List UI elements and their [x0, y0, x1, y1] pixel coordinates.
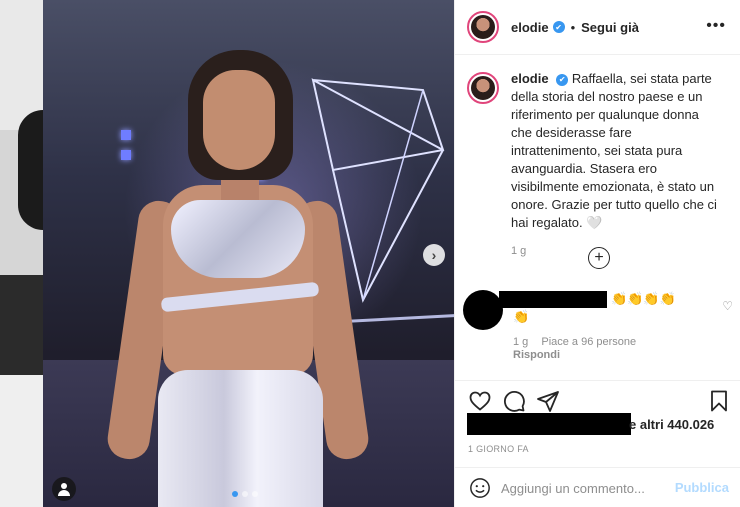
comment-avatar-redacted[interactable] [463, 290, 503, 330]
carousel-dot [242, 491, 248, 497]
bookmark-icon[interactable] [707, 389, 731, 413]
comment-time[interactable]: 1 g [513, 336, 528, 348]
carousel-indicator [232, 491, 258, 497]
comment-icon[interactable] [502, 389, 526, 413]
username-link[interactable]: elodie [511, 20, 549, 35]
load-more-comments-button[interactable]: + [588, 247, 610, 269]
caption-body: elodie ✔ Raffaella, sei stata parte dell… [511, 70, 721, 260]
background-patch [0, 275, 43, 375]
carousel-dot-active [232, 491, 238, 497]
caption-text: Raffaella, sei stata parte della storia … [511, 71, 717, 230]
emoji-icon[interactable] [469, 477, 491, 499]
user-icon-body [58, 490, 70, 496]
comment-like-heart-icon[interactable]: ♡ [722, 299, 733, 313]
background-figure [18, 110, 43, 230]
caption-username-link[interactable]: elodie [511, 71, 549, 86]
person-face [203, 70, 275, 170]
comment-text-continued: 👏 [513, 309, 530, 324]
stage-led [121, 150, 131, 160]
separator: • [570, 19, 576, 35]
redacted-username [499, 291, 607, 308]
following-button[interactable]: Segui già [581, 20, 639, 35]
next-photo-button[interactable]: › [423, 244, 445, 266]
heart-icon[interactable] [468, 389, 492, 413]
stage-led [121, 130, 131, 140]
caption-time[interactable]: 1 g [511, 242, 721, 260]
comment-meta: 1 g Piace a 96 persone [513, 336, 646, 348]
redacted-likers [467, 413, 631, 435]
avatar[interactable] [467, 11, 499, 43]
verified-badge-icon: ✔ [552, 21, 565, 33]
reply-button[interactable]: Rispondi [513, 349, 560, 361]
background-feed [0, 0, 43, 507]
plus-circle-icon: + [594, 249, 604, 266]
background-patch [0, 375, 43, 507]
publish-button[interactable]: Pubblica [675, 480, 729, 495]
post-side-panel: elodie ✔ • Segui già ••• elodie ✔ Raffae… [454, 0, 740, 507]
avatar-image [471, 15, 495, 39]
carousel-dot [252, 491, 258, 497]
verified-badge-icon: ✔ [556, 73, 569, 86]
sparkly-top [171, 200, 305, 278]
avatar[interactable] [467, 72, 499, 104]
comment-likes[interactable]: Piace a 96 persone [541, 336, 636, 348]
likes-summary[interactable]: e altri 440.026 [467, 413, 729, 435]
likes-count-text[interactable]: e altri 440.026 [629, 417, 714, 432]
avatar-image [471, 76, 495, 100]
chevron-right-icon: › [431, 247, 437, 263]
share-icon[interactable] [536, 389, 560, 413]
tagged-users-button[interactable] [52, 477, 76, 501]
post-header: elodie ✔ • Segui già ••• [455, 0, 740, 55]
comment-text: 👏👏👏👏 [611, 291, 676, 306]
add-comment-bar: Pubblica [455, 467, 740, 507]
user-icon [61, 483, 67, 489]
post-photo[interactable] [43, 0, 454, 507]
more-options-icon[interactable]: ••• [706, 17, 726, 35]
white-trousers [158, 370, 323, 507]
post-timestamp[interactable]: 1 GIORNO FA [468, 444, 529, 454]
comment-input[interactable] [501, 478, 671, 498]
caption: elodie ✔ Raffaella, sei stata parte dell… [467, 70, 731, 260]
